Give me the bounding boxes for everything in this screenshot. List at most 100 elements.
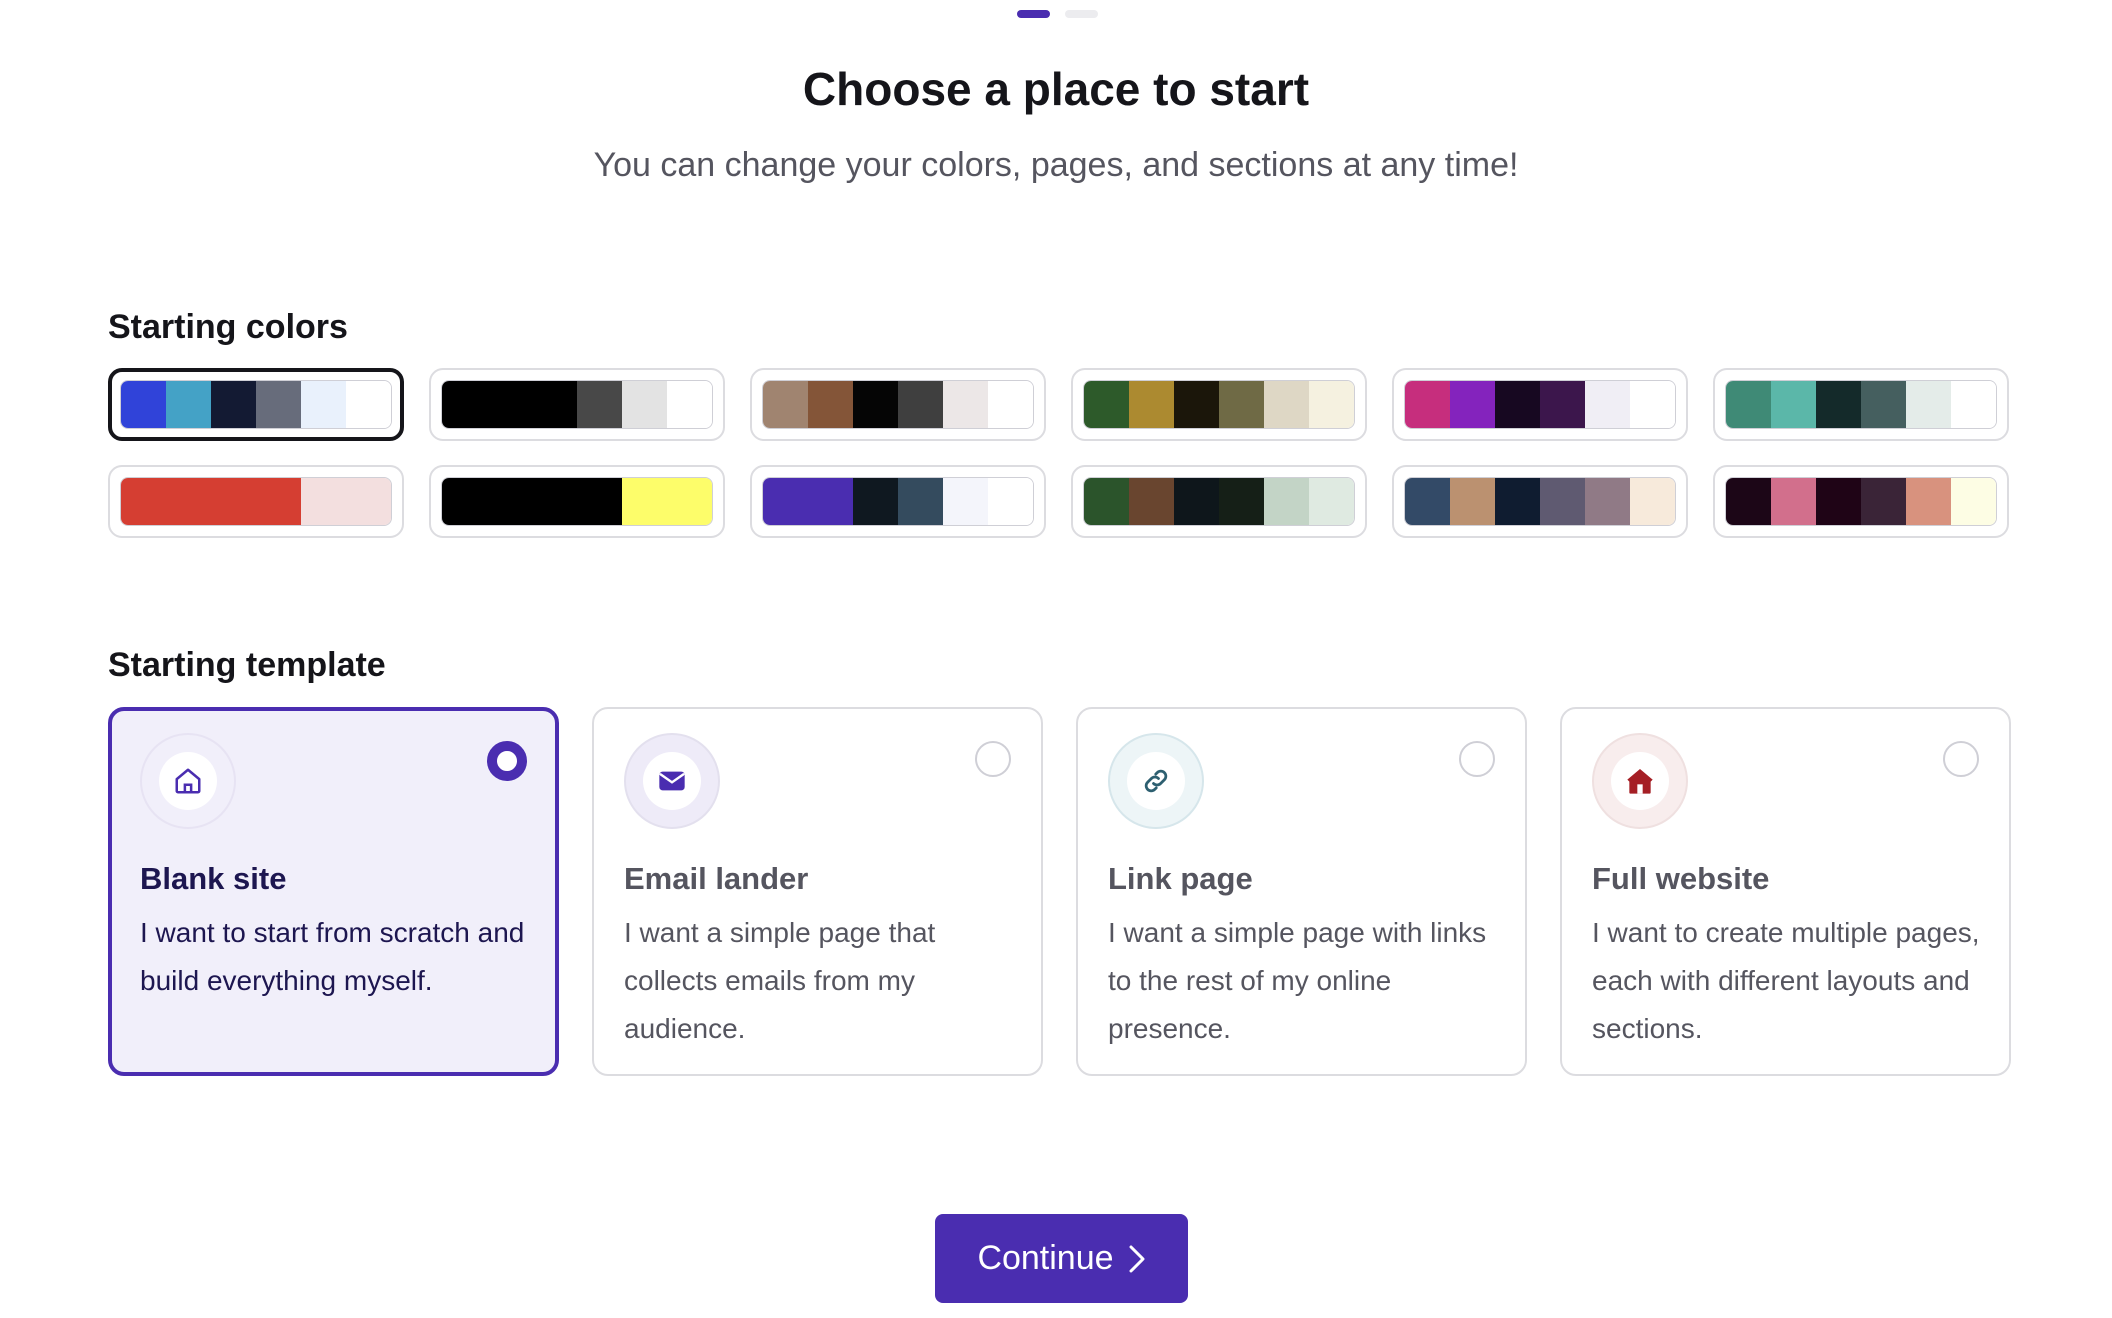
template-title: Blank site — [140, 861, 287, 896]
color-swatch — [121, 381, 166, 428]
color-palette-option-8[interactable] — [429, 465, 725, 538]
color-swatch — [487, 478, 532, 525]
envelope-icon — [643, 752, 701, 810]
starting-template-label: Starting template — [108, 646, 386, 684]
color-swatch — [853, 381, 898, 428]
template-card-blank-site[interactable]: Blank site I want to start from scratch a… — [108, 707, 559, 1076]
color-swatch — [1495, 381, 1540, 428]
color-swatch — [808, 381, 853, 428]
color-palette-grid — [108, 368, 2009, 538]
template-description: I want a simple page with links to the r… — [1108, 917, 1487, 1044]
template-card-email-lander[interactable]: Email lander I want a simple page that co… — [592, 707, 1043, 1076]
color-swatch — [1540, 381, 1585, 428]
page-title: Choose a place to start — [802, 63, 1310, 115]
color-swatch — [988, 478, 1033, 525]
color-swatch — [256, 478, 301, 525]
color-swatch — [622, 381, 667, 428]
palette-swatches — [1725, 477, 1997, 526]
color-swatch — [1771, 381, 1816, 428]
color-swatch — [667, 478, 712, 525]
template-radio[interactable] — [487, 741, 527, 781]
color-palette-option-5[interactable] — [1392, 368, 1688, 441]
color-swatch — [346, 381, 391, 428]
palette-swatches — [1083, 477, 1355, 526]
color-palette-option-12[interactable] — [1713, 465, 2009, 538]
color-swatch — [943, 478, 988, 525]
template-description: I want a simple page that collects email… — [624, 917, 936, 1044]
color-swatch — [898, 381, 943, 428]
template-card-link-page[interactable]: Link page I want a simple page with links… — [1076, 707, 1527, 1076]
template-icon-ring — [1108, 733, 1204, 829]
template-title: Email lander — [624, 861, 809, 896]
palette-swatches — [120, 380, 392, 429]
home-filled-icon — [1611, 752, 1669, 810]
palette-swatches — [1404, 380, 1676, 429]
palette-swatches — [441, 380, 713, 429]
color-swatch — [166, 381, 211, 428]
color-swatch — [898, 478, 943, 525]
color-palette-option-4[interactable] — [1071, 368, 1367, 441]
color-swatch — [1906, 478, 1951, 525]
palette-swatches — [441, 477, 713, 526]
color-swatch — [1219, 478, 1264, 525]
color-palette-option-10[interactable] — [1071, 465, 1367, 538]
color-swatch — [1405, 381, 1450, 428]
template-card-full-website[interactable]: Full website I want to create multiple pa… — [1560, 707, 2011, 1076]
color-swatch — [1309, 478, 1354, 525]
color-palette-option-2[interactable] — [429, 368, 725, 441]
template-title: Full website — [1592, 861, 1770, 896]
color-swatch — [256, 381, 301, 428]
color-swatch — [1906, 381, 1951, 428]
palette-swatches — [120, 477, 392, 526]
step-1-indicator — [1017, 10, 1050, 18]
color-swatch — [1861, 381, 1906, 428]
color-palette-option-1[interactable] — [108, 368, 404, 441]
template-options: Blank site I want to start from scratch a… — [108, 707, 2011, 1076]
color-swatch — [1630, 478, 1675, 525]
color-swatch — [1495, 478, 1540, 525]
color-swatch — [1264, 478, 1309, 525]
color-palette-option-3[interactable] — [750, 368, 1046, 441]
color-swatch — [211, 381, 256, 428]
continue-button[interactable]: Continue — [935, 1214, 1188, 1303]
color-swatch — [166, 478, 211, 525]
color-swatch — [301, 381, 346, 428]
template-icon-ring — [1592, 733, 1688, 829]
color-swatch — [1585, 478, 1630, 525]
color-swatch — [301, 478, 346, 525]
color-palette-option-9[interactable] — [750, 465, 1046, 538]
color-swatch — [1726, 478, 1771, 525]
template-radio[interactable] — [1459, 741, 1495, 777]
color-swatch — [1405, 478, 1450, 525]
color-swatch — [622, 478, 667, 525]
color-swatch — [763, 478, 808, 525]
color-swatch — [1084, 478, 1129, 525]
color-swatch — [763, 381, 808, 428]
template-radio[interactable] — [1943, 741, 1979, 777]
continue-label: Continue — [977, 1239, 1114, 1277]
color-swatch — [346, 478, 391, 525]
color-swatch — [1951, 381, 1996, 428]
color-swatch — [988, 381, 1033, 428]
template-radio[interactable] — [975, 741, 1011, 777]
starting-colors-label: Starting colors — [108, 308, 348, 346]
color-swatch — [1816, 381, 1861, 428]
color-swatch — [1816, 478, 1861, 525]
color-palette-option-6[interactable] — [1713, 368, 2009, 441]
chevron-right-icon — [1128, 1244, 1146, 1274]
palette-swatches — [762, 477, 1034, 526]
color-swatch — [1174, 381, 1219, 428]
color-swatch — [1630, 381, 1675, 428]
color-swatch — [577, 381, 622, 428]
color-swatch — [1084, 381, 1129, 428]
color-swatch — [577, 478, 622, 525]
template-description: I want to start from scratch and build e… — [140, 917, 525, 996]
color-swatch — [442, 478, 487, 525]
color-swatch — [1450, 381, 1495, 428]
palette-swatches — [1725, 380, 1997, 429]
color-swatch — [1174, 478, 1219, 525]
color-palette-option-7[interactable] — [108, 465, 404, 538]
home-outline-icon — [159, 752, 217, 810]
color-palette-option-11[interactable] — [1392, 465, 1688, 538]
color-swatch — [487, 381, 532, 428]
